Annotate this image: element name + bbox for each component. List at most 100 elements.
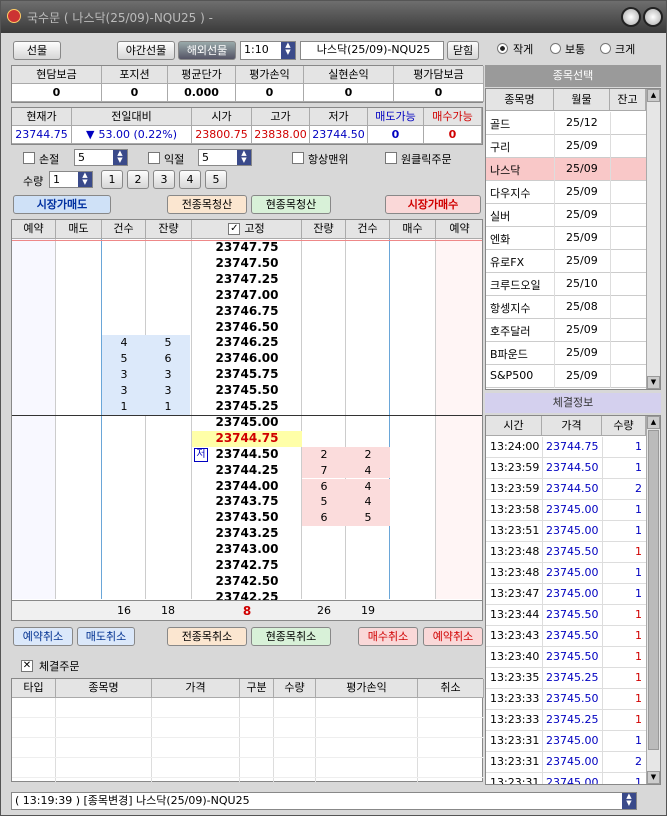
trade-qty: 1 [635, 776, 642, 785]
filled-row-line [12, 717, 484, 718]
ratio-select[interactable]: 1:10 ▲ ▼ [240, 41, 296, 60]
price-level[interactable]: 23747.25 [192, 272, 302, 288]
cancel-sell-button[interactable]: 매도취소 [77, 627, 135, 646]
trade-header: 수량 [602, 416, 646, 436]
symbol-row[interactable]: 다우지수 25/09 [486, 181, 646, 204]
price-level[interactable]: 23743.50 [192, 510, 302, 526]
price-level[interactable]: 23743.25 [192, 526, 302, 542]
quantity-preset-button[interactable]: 2 [127, 170, 149, 189]
scroll-thumb[interactable] [648, 430, 659, 750]
symbol-row[interactable]: 엔화 25/09 [486, 227, 646, 250]
price-level[interactable]: 23742.75 [192, 558, 302, 574]
price-level[interactable]: 23747.50 [192, 256, 302, 272]
price-level[interactable]: 23742.50 [192, 574, 302, 590]
cancel-buy-button[interactable]: 매수취소 [358, 627, 418, 646]
trade-divider [602, 479, 603, 500]
trade-scrollbar[interactable]: ▲ ▼ [646, 416, 660, 784]
symbol-row[interactable]: 구리 25/09 [486, 135, 646, 158]
price-level[interactable]: 23747.75 [192, 240, 302, 256]
market-buy-button[interactable]: 시장가매수 [385, 195, 481, 214]
fixed-checkbox[interactable]: ✓ [228, 223, 241, 235]
price-level[interactable]: 23743.75 [192, 494, 302, 510]
symbol-row[interactable]: 유로FX 25/09 [486, 250, 646, 273]
cancel-all-button[interactable]: 전종목취소 [167, 627, 247, 646]
price-level[interactable]: 23746.50 [192, 320, 302, 336]
bid-qty: 7 [302, 462, 346, 479]
scroll-down-icon[interactable]: ▼ [647, 376, 660, 389]
symbol-row[interactable]: B파운드 25/09 [486, 342, 646, 365]
price-level[interactable]: 23743.00 [192, 542, 302, 558]
stoploss-input[interactable]: 5 ▲ ▼ [74, 149, 128, 166]
spin-icon[interactable]: ▲ ▼ [78, 172, 92, 187]
size-large-radio[interactable] [600, 43, 611, 54]
quantity-input[interactable]: 1 ▲ ▼ [49, 171, 93, 188]
size-normal-radio[interactable] [550, 43, 561, 54]
night-futures-button[interactable]: 야간선물 [117, 41, 175, 60]
trade-time: 13:23:33 [490, 713, 540, 726]
cancel-reservation-sell-button[interactable]: 예약취소 [13, 627, 73, 646]
quantity-preset-button[interactable]: 4 [179, 170, 201, 189]
always-on-top-checkbox[interactable] [292, 152, 304, 164]
quantity-preset-button[interactable]: 1 [101, 170, 123, 189]
close-all-button[interactable]: 전종목청산 [167, 195, 247, 214]
symbol-month: 25/09 [566, 323, 598, 336]
futures-button[interactable]: 선물 [13, 41, 61, 60]
price-level[interactable]: 23744.75 [192, 430, 302, 447]
ladder-header: 잔량 [146, 220, 192, 239]
symbol-name: B파운드 [490, 348, 528, 361]
spin-icon[interactable]: ▲ ▼ [237, 150, 251, 165]
price-level[interactable]: 23744.25 [192, 463, 302, 479]
price-level[interactable]: 23746.25 [192, 335, 302, 351]
price-level[interactable]: 23747.00 [192, 288, 302, 304]
trade-price: 23745.50 [546, 650, 599, 663]
price-level[interactable]: 23745.50 [192, 383, 302, 399]
takeprofit-value: 5 [202, 151, 209, 164]
symbol-row[interactable]: 호주달러 25/09 [486, 319, 646, 342]
stoploss-checkbox[interactable] [23, 152, 35, 164]
market-sell-button[interactable]: 시장가매도 [13, 195, 111, 214]
overseas-futures-button[interactable]: 해외선물 [178, 41, 236, 60]
trade-divider [542, 521, 543, 542]
close-panel-button[interactable]: 닫힘 [447, 41, 479, 60]
price-level[interactable]: 23744.00 [192, 479, 302, 495]
symbol-scrollbar[interactable]: ▲ ▼ [646, 89, 660, 389]
close-icon[interactable] [643, 7, 663, 27]
symbol-row[interactable]: 골드 25/12 [486, 112, 646, 135]
price-level[interactable]: 23745.00 [192, 415, 302, 431]
scroll-up-icon[interactable]: ▲ [647, 416, 660, 429]
ladder-column [390, 239, 436, 599]
symbol-row[interactable]: 나스닥 25/09 [486, 158, 646, 181]
spin-icon[interactable]: ▲ ▼ [281, 42, 295, 59]
symbol-name: 골드 [490, 118, 511, 131]
takeprofit-input[interactable]: 5 ▲ ▼ [198, 149, 252, 166]
price-level[interactable]: 23744.50 [192, 447, 302, 463]
ladder-column [302, 239, 346, 599]
symbol-row[interactable]: 항셍지수 25/08 [486, 296, 646, 319]
scroll-down-icon[interactable]: ▼ [647, 771, 660, 784]
quantity-preset-button[interactable]: 3 [153, 170, 175, 189]
size-small-radio[interactable] [497, 43, 508, 54]
cancel-reservation-buy-button[interactable]: 예약취소 [423, 627, 483, 646]
minimize-icon[interactable] [621, 7, 641, 27]
trade-qty: 1 [635, 608, 642, 621]
symbol-row[interactable]: 크루드오일 25/10 [486, 273, 646, 296]
bid-count: 4 [346, 494, 390, 511]
price-level[interactable]: 23746.00 [192, 351, 302, 367]
scroll-up-icon[interactable]: ▲ [647, 89, 660, 102]
trade-row: 13:23:40 23745.50 1 [486, 647, 646, 668]
quantity-preset-button[interactable]: 5 [205, 170, 227, 189]
spin-icon[interactable]: ▲ ▼ [622, 793, 636, 809]
symbol-row[interactable]: 실버 25/09 [486, 204, 646, 227]
trade-divider [602, 647, 603, 668]
cancel-current-button[interactable]: 현종목취소 [251, 627, 331, 646]
spin-icon[interactable]: ▲ ▼ [113, 150, 127, 165]
oneclick-checkbox[interactable] [385, 152, 397, 164]
price-level[interactable]: 23746.75 [192, 304, 302, 320]
filled-orders-checkbox[interactable]: ✕ [21, 660, 33, 672]
takeprofit-checkbox[interactable] [148, 152, 160, 164]
price-level[interactable]: 23745.75 [192, 367, 302, 383]
price-level[interactable]: 23745.25 [192, 399, 302, 415]
trade-row: 13:24:00 23744.75 1 [486, 437, 646, 458]
symbol-row[interactable]: S&P500 25/09 [486, 365, 646, 388]
close-current-button[interactable]: 현종목청산 [251, 195, 331, 214]
